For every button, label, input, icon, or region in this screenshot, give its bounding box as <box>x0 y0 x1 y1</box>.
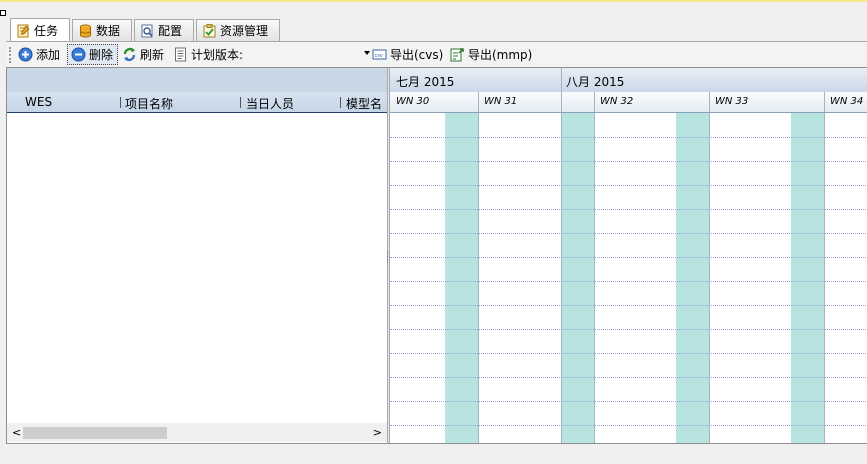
row-gridline <box>390 209 867 210</box>
resource-icon <box>203 23 216 38</box>
row-gridline <box>390 233 867 234</box>
row-gridline <box>390 281 867 282</box>
export-cvs-button[interactable]: csv 导出(cvs) <box>369 44 446 65</box>
tab-data-label: 数据 <box>96 24 121 38</box>
scrollbar-thumb[interactable] <box>23 427 167 439</box>
month-label: 八月 2015 <box>566 75 625 89</box>
week-divider <box>561 92 562 112</box>
scroll-left-icon[interactable]: < <box>12 426 21 439</box>
scroll-right-icon[interactable]: > <box>373 426 382 439</box>
column-divider[interactable] <box>340 97 341 108</box>
database-icon <box>79 24 92 38</box>
plan-version-label-group: 计划版本: <box>170 44 246 65</box>
column-divider[interactable] <box>240 97 241 108</box>
week-label: WN 30 <box>396 96 430 107</box>
row-gridline <box>390 161 867 162</box>
plan-version-select[interactable] <box>252 46 372 63</box>
tab-config-label: 配置 <box>158 24 183 38</box>
week-label: WN 32 <box>600 96 634 107</box>
weekend-band <box>791 113 824 443</box>
week-divider <box>478 92 479 112</box>
refresh-icon <box>122 47 137 62</box>
tab-task[interactable]: 任务 <box>10 18 70 42</box>
gantt-chart: 七月 2015 八月 2015 WN 30 WN 31 WN 32 WN 33 … <box>390 68 867 443</box>
week-gridline <box>594 113 595 443</box>
window-top-border <box>0 0 867 2</box>
month-header: 七月 2015 八月 2015 <box>390 68 867 93</box>
week-divider <box>709 92 710 112</box>
delete-label: 删除 <box>89 48 114 62</box>
refresh-label: 刷新 <box>140 48 165 62</box>
config-icon <box>141 24 154 38</box>
row-gridline <box>390 305 867 306</box>
week-divider <box>824 92 825 112</box>
week-gridline <box>709 113 710 443</box>
column-header-model-name[interactable]: 模型名 <box>346 95 382 112</box>
tab-resource-label: 资源管理 <box>220 24 269 38</box>
export-csv-icon: csv <box>372 47 387 62</box>
toolbar-grip[interactable] <box>9 47 13 63</box>
weekend-band <box>676 113 709 443</box>
row-gridline <box>390 329 867 330</box>
month-label: 七月 2015 <box>396 75 455 89</box>
export-mmp-button[interactable]: 导出(mmp) <box>447 44 535 65</box>
column-header-wes[interactable]: WES <box>25 95 52 109</box>
week-gridline <box>561 113 562 443</box>
tab-task-label: 任务 <box>34 24 59 38</box>
tab-config[interactable]: 配置 <box>134 19 194 41</box>
column-header-staff[interactable]: 当日人员 <box>246 95 294 112</box>
tab-data[interactable]: 数据 <box>72 19 132 41</box>
task-icon <box>17 24 30 38</box>
week-divider <box>594 92 595 112</box>
plus-icon <box>18 47 33 62</box>
column-divider[interactable] <box>120 97 121 108</box>
export-mmp-icon <box>450 47 465 62</box>
week-label: WN 31 <box>484 96 518 107</box>
horizontal-scrollbar[interactable]: < > <box>7 423 387 442</box>
month-divider <box>561 68 562 92</box>
toolbar: 添加 删除 刷新 计划版本: csv 导出(cvs) 导出(mmp) <box>6 42 867 67</box>
export-cvs-label: 导出(cvs) <box>390 48 444 62</box>
gantt-grid[interactable] <box>390 113 867 443</box>
week-gridline <box>824 113 825 443</box>
status-bar <box>0 444 867 464</box>
export-mmp-label: 导出(mmp) <box>468 48 533 62</box>
grid-header-band <box>7 68 387 92</box>
row-gridline <box>390 137 867 138</box>
plan-version-label: 计划版本: <box>191 48 244 62</box>
week-gridline <box>478 113 479 443</box>
document-icon <box>173 47 188 62</box>
delete-button[interactable]: 删除 <box>67 44 118 65</box>
row-gridline <box>390 425 867 426</box>
gantt-panel: WES 项目名称 当日人员 模型名 < > 七月 2015 八月 2015 WN… <box>6 67 867 444</box>
minus-icon <box>71 47 86 62</box>
week-header: WN 30 WN 31 WN 32 WN 33 WN 34 <box>390 92 867 113</box>
tab-resource-management[interactable]: 资源管理 <box>196 19 280 41</box>
weekend-band <box>561 113 594 443</box>
refresh-button[interactable]: 刷新 <box>119 44 167 65</box>
row-gridline <box>390 353 867 354</box>
column-header-project-name[interactable]: 项目名称 <box>125 95 173 112</box>
row-gridline <box>390 401 867 402</box>
svg-text:csv: csv <box>375 53 383 59</box>
row-gridline <box>390 377 867 378</box>
week-label: WN 34 <box>830 96 864 107</box>
resize-handle[interactable] <box>0 10 6 16</box>
task-grid: WES 项目名称 当日人员 模型名 < > <box>7 68 387 443</box>
add-label: 添加 <box>36 48 61 62</box>
add-button[interactable]: 添加 <box>15 44 63 65</box>
row-gridline <box>390 185 867 186</box>
week-label: WN 33 <box>715 96 749 107</box>
weekend-band <box>445 113 478 443</box>
row-gridline <box>390 257 867 258</box>
grid-column-header: WES 项目名称 当日人员 模型名 <box>7 92 387 113</box>
